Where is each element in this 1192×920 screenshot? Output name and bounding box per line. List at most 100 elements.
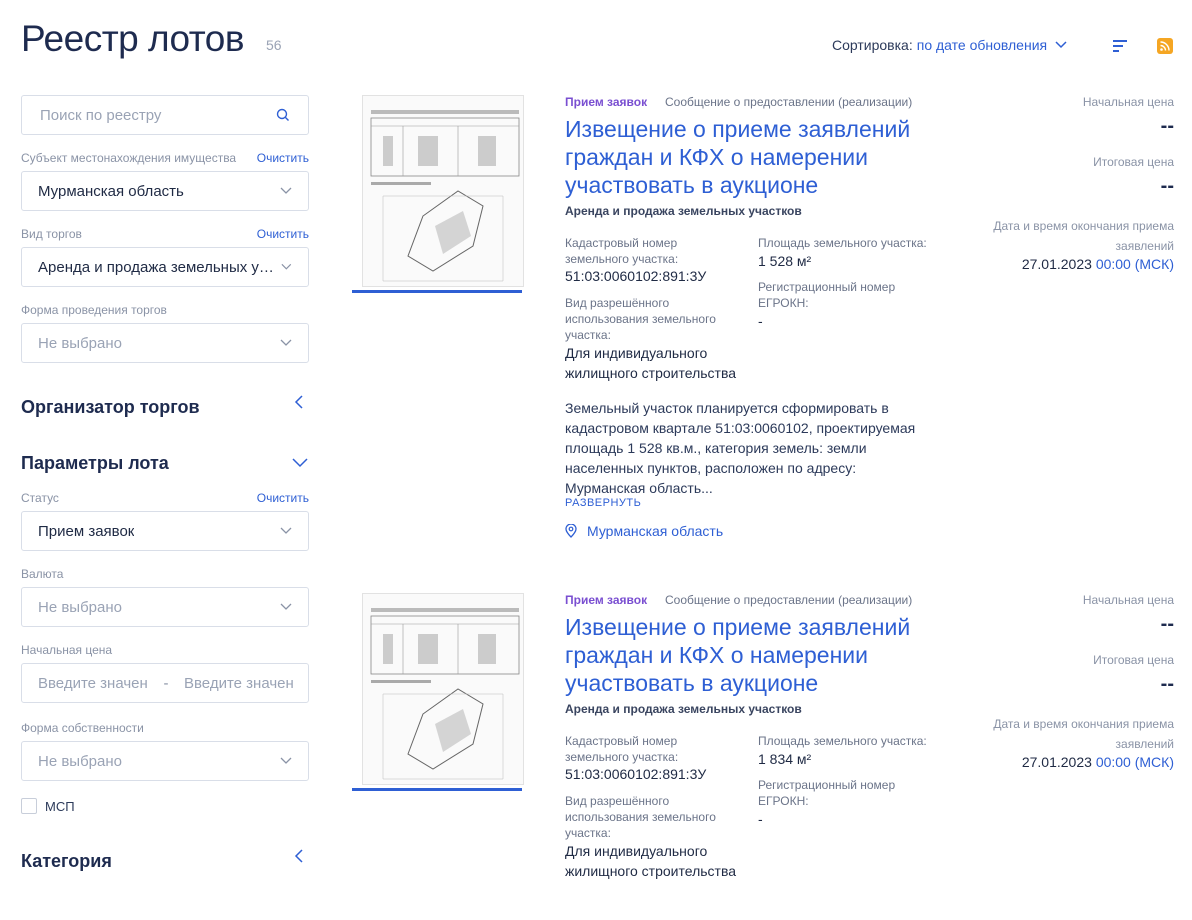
area-label: Площадь земельного участка: [758,236,927,250]
status-select[interactable]: Прием заявок [21,511,309,551]
region-clear-link[interactable]: Очистить [257,151,309,165]
rss-glyph-icon [1160,41,1170,51]
ownership-select[interactable]: Не выбрано [21,741,309,781]
rss-icon[interactable] [1157,38,1173,54]
lot-category: Аренда и продажа земельных участков [565,204,802,218]
chevron-down-icon [280,603,292,610]
cadastral-label: Кадастровый номер земельного участка: [565,734,679,764]
deadline-label: Дата и время окончания приема заявлений [993,219,1174,253]
chevron-down-icon [280,339,292,346]
deadline-label: Дата и время окончания приема заявлений [993,717,1174,751]
sort-label: Сортировка: [832,37,913,53]
region-value: Мурманская область [38,182,184,200]
final-price-value: -- [1160,673,1174,695]
page-title: Реестр лотов [21,18,245,59]
document-scan-image [362,593,524,785]
expand-link[interactable]: РАЗВЕРНУТЬ [565,497,641,509]
start-price-label: Начальная цена [21,643,113,657]
chevron-down-icon[interactable] [292,458,308,468]
msp-checkbox[interactable] [21,798,37,814]
ownership-label: Форма собственности [21,721,144,735]
status-badge: Прием заявок [565,593,648,607]
filter-icon[interactable] [1112,38,1128,54]
deadline-date: 27.01.2023 [1021,754,1092,770]
auction-type-value: Аренда и продажа земельных участков [38,258,282,276]
start-price-value: -- [1160,115,1174,137]
search-input[interactable]: Поиск по реестру [21,95,309,135]
lot-type: Сообщение о предоставлении (реализации) [665,95,913,109]
area-label: Площадь земельного участка: [758,734,927,748]
sort-dropdown[interactable]: Сортировка: по дате обновления [832,37,1067,53]
sort-value: по дате обновления [916,37,1048,53]
chevron-down-icon [280,187,292,194]
region-select[interactable]: Мурманская область [21,171,309,211]
deadline-time: 00:00 (МСК) [1095,754,1174,770]
ownership-value: Не выбрано [38,752,122,770]
currency-value: Не выбрано [38,598,122,616]
start-price-label: Начальная цена [1082,593,1174,607]
lot-thumbnail[interactable] [352,593,524,791]
lot-title-link[interactable]: Извещение о приеме заявлений граждан и К… [565,613,945,697]
msp-checkbox-row[interactable]: МСП [21,798,75,814]
lot-location[interactable]: Мурманская область [565,523,723,539]
lot-count: 56 [266,37,282,53]
lot-params-section-title[interactable]: Параметры лота [21,453,169,474]
final-price-label: Итоговая цена [1093,155,1174,169]
cadastral-value: 51:03:0060102:891:3У [565,268,707,284]
chevron-left-icon[interactable] [294,849,304,863]
search-icon[interactable] [276,108,290,122]
auction-form-select[interactable]: Не выбрано [21,323,309,363]
final-price-value: -- [1160,175,1174,197]
reg-number-value: - [758,811,763,827]
currency-select[interactable]: Не выбрано [21,587,309,627]
deadline-value: 27.01.2023 00:00 (МСК) [1022,256,1174,272]
chevron-down-icon [281,263,292,270]
lot-category: Аренда и продажа земельных участков [565,702,802,716]
status-label: Статус [21,491,59,505]
auction-form-label: Форма проведения торгов [21,303,167,317]
usage-value: Для индивидуального жилищного строительс… [565,843,737,879]
chevron-left-icon[interactable] [294,395,304,409]
search-placeholder: Поиск по реестру [40,106,162,124]
cadastral-value: 51:03:0060102:891:3У [565,766,707,782]
auction-type-clear-link[interactable]: Очистить [257,227,309,241]
currency-label: Валюта [21,567,64,581]
reg-number-label: Регистрационный номер ЕГРОКН: [758,778,896,808]
range-separator: - [163,674,169,692]
auction-type-select[interactable]: Аренда и продажа земельных участков [21,247,309,287]
location-pin-icon [565,524,577,538]
usage-value: Для индивидуального жилищного строительс… [565,345,737,381]
area-value: 1 528 м² [758,253,812,269]
location-text: Мурманская область [587,523,724,539]
status-clear-link[interactable]: Очистить [257,491,309,505]
document-scan-image [362,95,524,287]
usage-label: Вид разрешённого использования земельног… [565,794,716,840]
msp-label: МСП [45,798,75,814]
status-value: Прием заявок [38,522,135,540]
organizer-section-title[interactable]: Организатор торгов [21,397,200,418]
start-price-label: Начальная цена [1082,95,1174,109]
lot-thumbnail[interactable] [352,95,524,293]
final-price-label: Итоговая цена [1093,653,1174,667]
region-label: Субъект местонахождения имущества [21,151,237,165]
cadastral-label: Кадастровый номер земельного участка: [565,236,679,266]
auction-form-value: Не выбрано [38,334,122,352]
status-badge: Прием заявок [565,95,648,109]
start-price-from-input[interactable]: Введите значение [38,675,148,692]
deadline-value: 27.01.2023 00:00 (МСК) [1022,754,1174,770]
usage-label: Вид разрешённого использования земельног… [565,296,716,342]
reg-number-label: Регистрационный номер ЕГРОКН: [758,280,896,310]
lot-card: Прием заявок Сообщение о предоставлении … [352,95,1174,555]
start-price-range: Введите значение - Введите значение [21,663,309,703]
reg-number-value: - [758,313,763,329]
deadline-time: 00:00 (МСК) [1095,256,1174,272]
chevron-down-icon [1055,41,1067,49]
auction-type-label: Вид торгов [21,227,82,241]
category-section-title[interactable]: Категория [21,851,112,872]
deadline-date: 27.01.2023 [1021,256,1092,272]
lot-title-link[interactable]: Извещение о приеме заявлений граждан и К… [565,115,945,199]
start-price-to-input[interactable]: Введите значение [184,675,294,692]
chevron-down-icon [280,527,292,534]
lot-description: Земельный участок планируется сформирова… [565,400,916,496]
area-value: 1 834 м² [758,751,812,767]
